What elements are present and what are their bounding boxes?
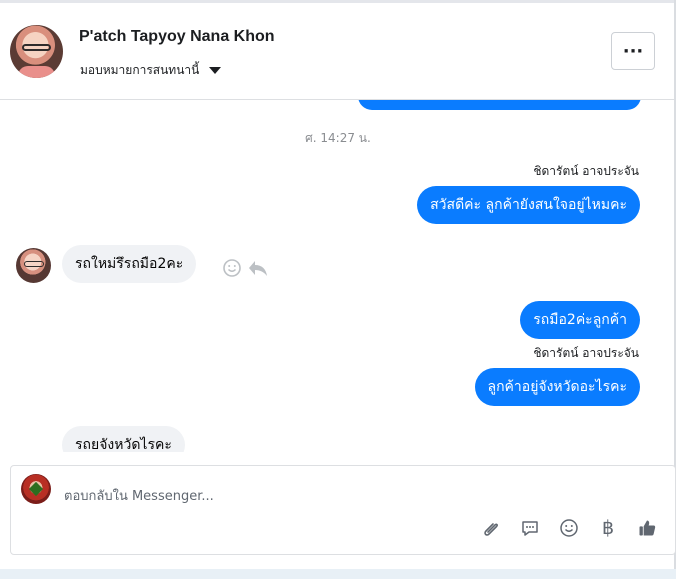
incoming-message[interactable]: รถใหม่รึรถมือ2คะ: [62, 245, 197, 283]
thumbs-up-icon[interactable]: [637, 518, 657, 538]
message-thread[interactable]: ศ. 14:27 น. ชิดารัตน์ อาจประจัน สวัสดีค่…: [0, 100, 674, 452]
assign-conversation-dropdown[interactable]: มอบหมายการสนทนานี้: [80, 61, 222, 80]
conversation-header: P'atch Tapyoy Nana Khon มอบหมายการสนทนาน…: [0, 3, 674, 100]
contact-name[interactable]: P'atch Tapyoy Nana Khon: [79, 28, 275, 46]
composer-toolbar: ฿: [481, 518, 657, 539]
baht-icon[interactable]: ฿: [598, 518, 618, 539]
reply-arrow-icon[interactable]: [247, 258, 269, 278]
logo-emblem: [28, 481, 44, 497]
reaction-smile-icon[interactable]: [222, 258, 242, 278]
avatar-shirt: [18, 66, 55, 78]
outgoing-message[interactable]: ลูกค้าอยู่จังหวัดอะไรคะ: [474, 368, 640, 406]
message-composer[interactable]: ตอบกลับใน Messenger... ฿: [10, 465, 676, 555]
more-options-button[interactable]: ···: [611, 32, 655, 70]
incoming-message[interactable]: รถยจังหวัดไรคะ: [62, 426, 185, 452]
message-actions: [222, 258, 269, 278]
page-avatar: [21, 474, 51, 504]
avatar-glasses: [22, 44, 51, 51]
comment-icon[interactable]: [520, 518, 540, 538]
sender-name: ชิดารัตน์ อาจประจัน: [533, 346, 639, 360]
sender-name: ชิดารัตน์ อาจประจัน: [533, 164, 639, 178]
avatar-glasses: [24, 261, 44, 267]
outgoing-message[interactable]: รถมือ2ค่ะลูกค้า: [520, 301, 640, 339]
contact-avatar[interactable]: [10, 25, 63, 78]
page-bottom-strip: [0, 569, 676, 579]
smile-icon[interactable]: [559, 518, 579, 538]
previous-outgoing-message[interactable]: [358, 100, 641, 110]
timestamp: ศ. 14:27 น.: [305, 131, 371, 145]
paperclip-icon[interactable]: [481, 518, 501, 538]
contact-avatar-small[interactable]: [16, 248, 51, 283]
outgoing-message[interactable]: สวัสดีค่ะ ลูกค้ายังสนใจอยู่ไหมคะ: [417, 186, 640, 224]
caret-down-icon: [209, 67, 222, 74]
assign-label: มอบหมายการสนทนานี้: [80, 63, 200, 77]
message-input[interactable]: ตอบกลับใน Messenger...: [64, 485, 214, 506]
